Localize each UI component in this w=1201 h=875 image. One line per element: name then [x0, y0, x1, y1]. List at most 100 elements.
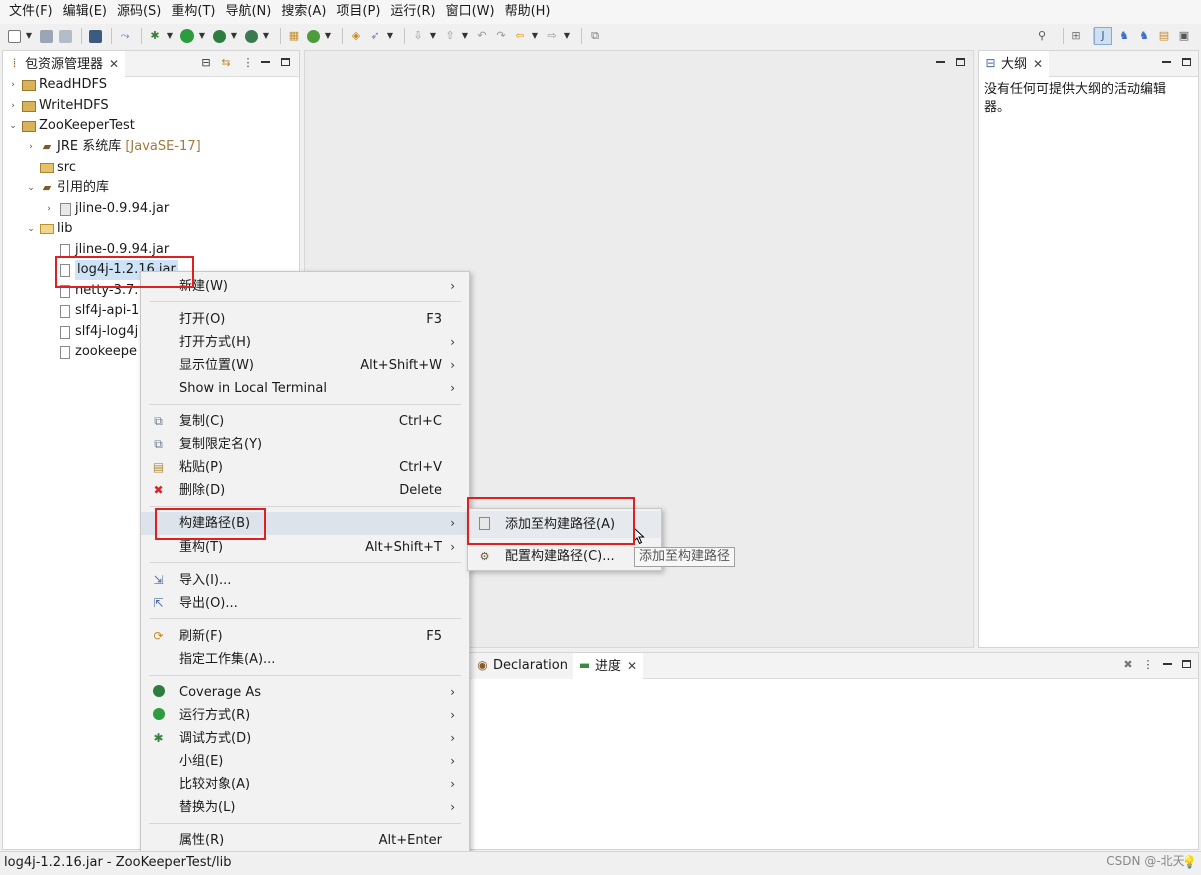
- forward-icon[interactable]: ⇨: [544, 28, 560, 44]
- chevron-right-icon[interactable]: ›: [7, 96, 19, 116]
- menu-file[interactable]: 文件(F): [4, 0, 58, 24]
- chevron-down-icon[interactable]: ▼: [531, 28, 539, 44]
- chevron-down-icon[interactable]: ▼: [230, 28, 238, 44]
- link-with-editor-icon[interactable]: ⇆: [219, 56, 233, 70]
- menu-refactor[interactable]: 重构(T): [166, 0, 220, 24]
- chevron-right-icon[interactable]: ›: [43, 199, 55, 219]
- menu-item-copy-qualified-name[interactable]: ⧉ 复制限定名(Y): [141, 433, 469, 456]
- chevron-right-icon[interactable]: ›: [25, 137, 37, 157]
- open-type-icon[interactable]: ◈: [348, 28, 364, 44]
- tab-package-explorer[interactable]: ⁞ 包资源管理器 ✕: [3, 51, 126, 77]
- close-icon[interactable]: ✕: [627, 659, 637, 673]
- annotation-prev-icon[interactable]: ⇧: [442, 28, 458, 44]
- new-java-class-icon[interactable]: [305, 28, 321, 44]
- tree-item[interactable]: ⌄ ZooKeeperTest: [7, 116, 135, 136]
- close-icon[interactable]: ✕: [1033, 57, 1043, 71]
- search-icon[interactable]: ⚲: [1034, 28, 1050, 44]
- menu-item-open-with[interactable]: 打开方式(H) ›: [141, 331, 469, 354]
- chevron-down-icon[interactable]: ⌄: [7, 116, 19, 136]
- maximize-icon[interactable]: [280, 58, 292, 68]
- minimize-icon[interactable]: [935, 58, 947, 68]
- menu-item-properties[interactable]: 属性(R) Alt+Enter: [141, 829, 469, 852]
- minimize-icon[interactable]: [260, 58, 272, 68]
- chevron-down-icon[interactable]: ▼: [563, 28, 571, 44]
- remove-all-finished-icon[interactable]: ✖: [1121, 658, 1135, 672]
- menu-item-coverage-as[interactable]: Coverage As ›: [141, 681, 469, 704]
- menu-item-replace-with[interactable]: 替换为(L) ›: [141, 796, 469, 819]
- chevron-right-icon[interactable]: ›: [7, 75, 19, 95]
- menu-run[interactable]: 运行(R): [385, 0, 440, 24]
- chevron-down-icon[interactable]: ⌄: [25, 178, 37, 198]
- minimize-icon[interactable]: [1161, 58, 1173, 68]
- menu-item-run-as[interactable]: 运行方式(R) ›: [141, 704, 469, 727]
- menu-item-debug-as[interactable]: ✱ 调试方式(D) ›: [141, 727, 469, 750]
- chevron-down-icon[interactable]: ⌄: [25, 219, 37, 239]
- debug-perspective-icon[interactable]: ♞: [1136, 28, 1152, 44]
- view-menu-icon[interactable]: ⋮: [1141, 658, 1155, 672]
- search-tool-icon[interactable]: ➶: [367, 28, 383, 44]
- menu-edit[interactable]: 编辑(E): [58, 0, 112, 24]
- menu-item-open[interactable]: 打开(O) F3: [141, 308, 469, 331]
- new-java-package-icon[interactable]: ▦: [286, 28, 302, 44]
- tree-item[interactable]: › WriteHDFS: [7, 96, 108, 116]
- debug-icon[interactable]: ✱: [147, 28, 163, 44]
- menu-item-show-in-local-terminal[interactable]: Show in Local Terminal ›: [141, 377, 469, 400]
- menu-item-refresh[interactable]: ⟳ 刷新(F) F5: [141, 625, 469, 648]
- menu-project[interactable]: 项目(P): [331, 0, 385, 24]
- chevron-down-icon[interactable]: ▼: [429, 28, 437, 44]
- back-icon[interactable]: ⇦: [512, 28, 528, 44]
- tree-item[interactable]: slf4j-api-1: [43, 301, 139, 321]
- maximize-icon[interactable]: [955, 58, 967, 68]
- menu-source[interactable]: 源码(S): [112, 0, 166, 24]
- chevron-down-icon[interactable]: ▼: [25, 28, 33, 44]
- terminal-icon[interactable]: [87, 28, 103, 44]
- coverage-icon[interactable]: [211, 28, 227, 44]
- close-icon[interactable]: ✕: [109, 57, 119, 71]
- annotation-next-icon[interactable]: ⇩: [410, 28, 426, 44]
- menu-search[interactable]: 搜索(A): [276, 0, 331, 24]
- tree-item[interactable]: ⌄ ▰ 引用的库: [25, 178, 109, 198]
- open-perspective-icon[interactable]: ⊞: [1068, 28, 1084, 44]
- menu-item-delete[interactable]: ✖ 删除(D) Delete: [141, 479, 469, 502]
- maximize-icon[interactable]: [1181, 660, 1193, 670]
- external-tools-icon[interactable]: [243, 28, 259, 44]
- tree-item[interactable]: › ▰ JRE 系统库 [JavaSE-17]: [25, 137, 200, 157]
- menu-item-team[interactable]: 小组(E) ›: [141, 750, 469, 773]
- view-menu-icon[interactable]: ⋮: [241, 56, 255, 70]
- tree-item[interactable]: › jline-0.9.94.jar: [43, 199, 169, 219]
- java-browsing-icon[interactable]: ▤: [1156, 28, 1172, 44]
- menu-item-export[interactable]: ⇱ 导出(O)...: [141, 592, 469, 615]
- tree-item[interactable]: zookeepe: [43, 342, 137, 362]
- menu-item-copy[interactable]: ⧉ 复制(C) Ctrl+C: [141, 410, 469, 433]
- menu-item-import[interactable]: ⇲ 导入(I)...: [141, 569, 469, 592]
- chevron-down-icon[interactable]: ▼: [324, 28, 332, 44]
- save-icon[interactable]: [38, 28, 54, 44]
- chevron-down-icon[interactable]: ▼: [262, 28, 270, 44]
- new-icon[interactable]: [6, 28, 22, 44]
- tab-outline[interactable]: ⊟ 大纲 ✕: [979, 51, 1050, 77]
- menu-item-show-in[interactable]: 显示位置(W) Alt+Shift+W ›: [141, 354, 469, 377]
- java-perspective-icon[interactable]: J: [1094, 27, 1112, 45]
- pin-editor-icon[interactable]: ⧉: [587, 28, 603, 44]
- menu-help[interactable]: 帮助(H): [500, 0, 556, 24]
- menu-item-assign-working-sets[interactable]: 指定工作集(A)...: [141, 648, 469, 671]
- run-icon[interactable]: [179, 28, 195, 44]
- collapse-all-icon[interactable]: ⊟: [199, 56, 213, 70]
- git-perspective-icon[interactable]: ▣: [1176, 28, 1192, 44]
- save-all-icon[interactable]: [57, 28, 73, 44]
- tab-progress[interactable]: ▬ 进度 ✕: [573, 653, 644, 679]
- chevron-down-icon[interactable]: ▼: [386, 28, 394, 44]
- chevron-down-icon[interactable]: ▼: [166, 28, 174, 44]
- minimize-icon[interactable]: [1162, 660, 1174, 670]
- menu-window[interactable]: 窗口(W): [441, 0, 500, 24]
- menu-item-compare-with[interactable]: 比较对象(A) ›: [141, 773, 469, 796]
- hadoop-perspective-icon[interactable]: ♞: [1116, 28, 1132, 44]
- tree-item[interactable]: src: [25, 158, 76, 178]
- menu-navigate[interactable]: 导航(N): [220, 0, 276, 24]
- menu-item-paste[interactable]: ▤ 粘贴(P) Ctrl+V: [141, 456, 469, 479]
- last-edit-icon[interactable]: ↶: [474, 28, 490, 44]
- maximize-icon[interactable]: [1181, 58, 1193, 68]
- skip-breakpoints-icon[interactable]: ⤳: [117, 28, 133, 44]
- chevron-down-icon[interactable]: ▼: [461, 28, 469, 44]
- menu-item-configure-build-path[interactable]: ⚙ 配置构建路径(C)...: [468, 543, 661, 570]
